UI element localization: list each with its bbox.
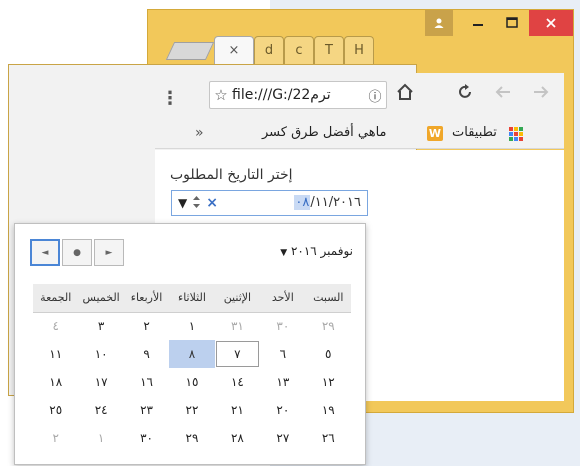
window-controls <box>425 10 573 36</box>
weekday-header: الثلاثاء <box>169 284 215 313</box>
close-button[interactable] <box>529 10 573 36</box>
clear-icon[interactable]: × <box>206 195 218 211</box>
calendar-popup: ◄ ● ► نوفمبر ٢٠١٦ ▼ الجمعة الخميس الأربع… <box>14 223 366 465</box>
calendar-day[interactable]: ١٩ <box>306 396 351 424</box>
calendar-day[interactable]: ٢٣ <box>124 396 169 424</box>
calendar-week-row: ١١ ١٠ ٩ ٨ ٧ ٦ ٥ <box>33 340 351 368</box>
calendar-day[interactable]: ٢٩ <box>169 424 214 452</box>
calendar-day[interactable]: ١٤ <box>215 368 260 396</box>
prev-month-button[interactable]: ◄ <box>30 239 60 266</box>
calendar-day[interactable]: ١٨ <box>33 368 78 396</box>
calendar-day[interactable]: ٩ <box>124 340 169 368</box>
dropdown-arrow-icon[interactable]: ▼ <box>178 196 187 210</box>
date-day-segment[interactable]: ٠٨ <box>294 195 311 210</box>
calendar-week-row: ٤ ٣ ٢ ١ ٣١ ٣٠ ٢٩ <box>33 312 351 340</box>
tab-active[interactable]: × <box>214 36 254 64</box>
calendar-day-today[interactable]: ٧ <box>215 340 260 368</box>
calendar-grid: الجمعة الخميس الأربعاء الثلاثاء الإثنين … <box>33 284 351 452</box>
calendar-day[interactable]: ٣ <box>78 312 123 340</box>
tab-t[interactable]: T <box>314 36 344 64</box>
back-icon[interactable] <box>494 83 512 106</box>
star-icon[interactable]: ☆ <box>210 86 232 104</box>
bookmarks-overflow-icon[interactable]: » <box>195 125 204 141</box>
calendar-day[interactable]: ٢٦ <box>306 424 351 452</box>
calendar-day[interactable]: ٤ <box>33 312 78 340</box>
url-text[interactable]: file:///G:/22ترم <box>232 87 364 103</box>
calendar-day[interactable]: ١٢ <box>306 368 351 396</box>
calendar-day[interactable]: ٢٤ <box>78 396 123 424</box>
weekday-header: الأحد <box>260 284 306 313</box>
date-label: إختر التاريخ المطلوب <box>170 167 293 183</box>
calendar-nav: ◄ ● ► <box>30 239 124 266</box>
next-month-button[interactable]: ► <box>94 239 124 266</box>
calendar-day[interactable]: ٢ <box>33 424 78 452</box>
home-icon[interactable] <box>396 83 414 106</box>
reload-icon[interactable] <box>456 83 474 106</box>
tab-label: H <box>354 43 364 58</box>
tab-d[interactable]: d <box>254 36 284 64</box>
calendar-day[interactable]: ٢٠ <box>260 396 305 424</box>
calendar-day[interactable]: ٣٠ <box>124 424 169 452</box>
tab-label: T <box>325 43 333 58</box>
info-icon[interactable]: ⓘ <box>364 86 386 105</box>
calendar-day[interactable]: ٥ <box>306 340 351 368</box>
weekday-header: الجمعة <box>33 284 79 313</box>
bookmarks-bar: » ماهي أفضل طرق كسر W تطبيقات <box>155 119 564 149</box>
bookmark-apps[interactable]: تطبيقات <box>452 125 497 140</box>
calendar-day[interactable]: ١٣ <box>260 368 305 396</box>
calendar-week-row: ١٨ ١٧ ١٦ ١٥ ١٤ ١٣ ١٢ <box>33 368 351 396</box>
new-tab-button[interactable] <box>165 42 215 60</box>
minimize-button[interactable] <box>461 10 495 36</box>
weekday-header-row: الجمعة الخميس الأربعاء الثلاثاء الإثنين … <box>33 284 351 313</box>
menu-icon[interactable]: ⋮ <box>155 88 185 109</box>
calendar-day[interactable]: ١ <box>169 312 214 340</box>
date-input[interactable]: ▼ × ٠٨/١١/٢٠١٦ <box>171 190 368 216</box>
calendar-day[interactable]: ١ <box>78 424 123 452</box>
month-year-label: نوفمبر ٢٠١٦ <box>290 244 353 258</box>
calendar-day[interactable]: ١٧ <box>78 368 123 396</box>
bookmark-item-1[interactable]: ماهي أفضل طرق كسر <box>262 125 387 140</box>
profile-icon[interactable] <box>425 10 453 36</box>
tab-h[interactable]: H <box>344 36 374 64</box>
tab-label: c <box>295 43 303 58</box>
weekday-header: الأربعاء <box>123 284 170 313</box>
calendar-day[interactable]: ٢٢ <box>169 396 214 424</box>
today-button[interactable]: ● <box>62 239 92 266</box>
tab-c[interactable]: c <box>284 36 314 64</box>
calendar-week-row: ٢ ١ ٣٠ ٢٩ ٢٨ ٢٧ ٢٦ <box>33 424 351 452</box>
calendar-day-selected[interactable]: ٨ <box>169 340 215 368</box>
month-year-select[interactable]: نوفمبر ٢٠١٦ ▼ <box>280 244 353 258</box>
calendar-day[interactable]: ١١ <box>33 340 78 368</box>
calendar-day[interactable]: ٦ <box>260 340 305 368</box>
calendar-day[interactable]: ٢٧ <box>260 424 305 452</box>
chevron-down-icon: ▼ <box>280 248 288 258</box>
date-value[interactable]: ٠٨/١١/٢٠١٦ <box>294 195 361 210</box>
calendar-day[interactable]: ٢١ <box>215 396 260 424</box>
tab-close-icon[interactable]: × <box>229 43 240 58</box>
calendar-day[interactable]: ٢ <box>124 312 169 340</box>
address-bar[interactable]: ☆ file:///G:/22ترم ⓘ <box>209 81 387 109</box>
calendar-day[interactable]: ٢٨ <box>215 424 260 452</box>
calendar-day[interactable]: ٢٩ <box>306 312 351 340</box>
maximize-button[interactable] <box>495 10 529 36</box>
apps-grid-icon[interactable] <box>509 127 523 141</box>
forward-icon[interactable] <box>532 83 550 106</box>
calendar-week-row: ٢٥ ٢٤ ٢٣ ٢٢ ٢١ ٢٠ ١٩ <box>33 396 351 424</box>
calendar-day[interactable]: ١٥ <box>169 368 214 396</box>
tab-label: d <box>264 43 274 58</box>
calendar-day[interactable]: ٣١ <box>215 312 260 340</box>
calendar-day[interactable]: ٣٠ <box>260 312 305 340</box>
calendar-day[interactable]: ١٠ <box>78 340 123 368</box>
calendar-day[interactable]: ١٦ <box>124 368 169 396</box>
weekday-header: الخميس <box>78 284 124 313</box>
spinner-icon[interactable] <box>192 195 201 212</box>
weekday-header: السبت <box>305 284 351 313</box>
weekday-header: الإثنين <box>214 284 261 313</box>
calendar-day[interactable]: ٢٥ <box>33 396 78 424</box>
bookmark-favicon-icon: W <box>427 126 443 141</box>
date-rest-segment[interactable]: /١١/٢٠١٦ <box>310 195 361 210</box>
